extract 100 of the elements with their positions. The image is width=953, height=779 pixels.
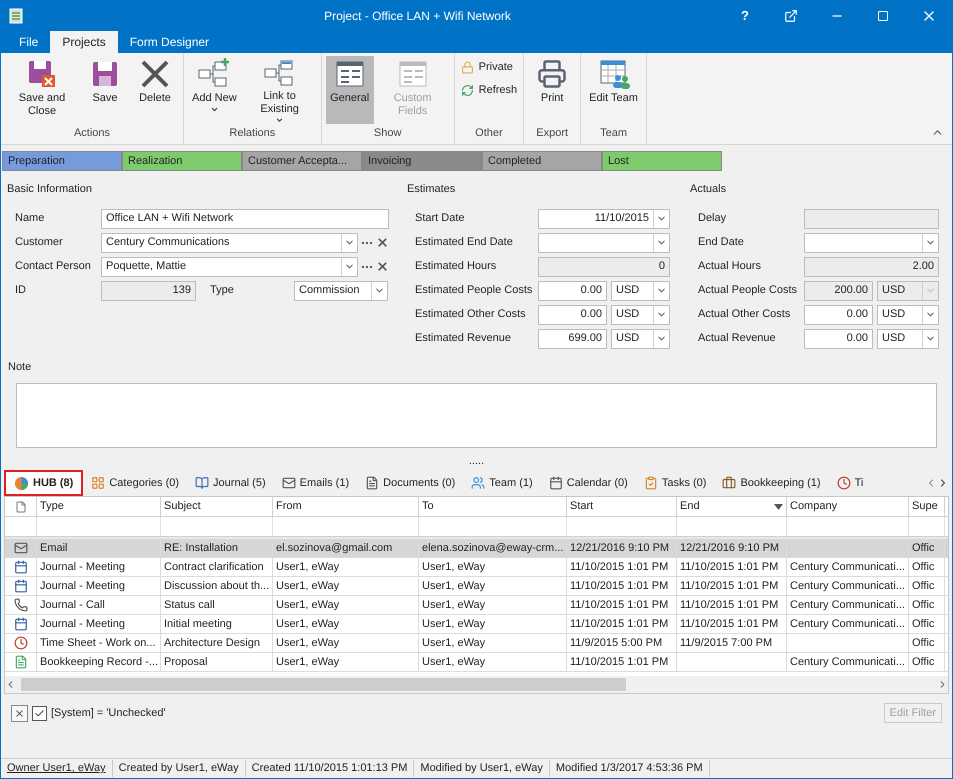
print-icon (537, 59, 568, 89)
stage-step[interactable]: Customer Accepta... (242, 151, 362, 171)
calendar-icon (14, 617, 28, 631)
amount-field[interactable]: 0.00 (804, 328, 873, 348)
table-cell-text: Offic (912, 540, 934, 556)
ribbon-button[interactable]: Link to Existing (242, 56, 317, 124)
window-title: Project - Office LAN + Wifi Network (324, 8, 511, 25)
table-row[interactable]: Journal - Call Status call User1, eWay User1, eWay 11/10/2015 1:01 PM 11/10/2015 1:01 PM Century Communicati... Offic (5, 596, 948, 615)
status-text: Created by User1, eWay (112, 760, 246, 777)
tab[interactable]: Emails (1) (274, 470, 358, 496)
tab[interactable]: Categories (0) (83, 470, 188, 496)
stage-step[interactable]: Realization (122, 151, 242, 171)
lookup-field[interactable]: Poquette, Mattie (101, 256, 358, 276)
ribbon-button[interactable]: Save and Close (5, 56, 79, 124)
column-header[interactable]: Company (787, 497, 909, 516)
column-header[interactable]: End (677, 497, 787, 516)
ribbon-button[interactable]: Add New (188, 56, 241, 124)
ribbon-button[interactable]: Edit Team (585, 56, 642, 124)
tab[interactable]: Ti (828, 470, 872, 496)
stage-step[interactable]: Lost (602, 151, 722, 171)
date-field[interactable] (804, 232, 939, 252)
lookup-field[interactable]: Century Communications (101, 232, 358, 252)
tab[interactable]: Journal (5) (187, 470, 274, 496)
stage-step[interactable]: Invoicing (362, 151, 482, 171)
table-cell-text: 11/10/2015 1:01 PM (680, 616, 778, 632)
ribbon-tab[interactable]: Projects (50, 31, 118, 53)
ribbon-button[interactable]: Save (81, 56, 129, 124)
table-cell-text: Offic (912, 616, 934, 632)
table-cell-text: 11/10/2015 1:01 PM (570, 616, 668, 632)
ribbon-button[interactable]: Delete (131, 56, 179, 124)
table-row[interactable]: Email RE: Installation el.sozinova@gmail.com elena.sozinova@eway-crm... 12/21/2016 9:10 PM 12/21/2016 9:10 PM Offic (5, 539, 948, 558)
column-header[interactable]: Start (567, 497, 677, 516)
table-row[interactable]: Bookkeeping Record -... Proposal User1, eWay User1, eWay 11/10/2015 1:01 PM Century Communicati... Offic (5, 653, 948, 672)
ribbon-small-button[interactable]: Refresh (458, 80, 520, 100)
filter-checkbox[interactable] (32, 706, 47, 720)
ribbon-button[interactable]: General (326, 56, 374, 124)
tab[interactable]: Calendar (0) (540, 470, 636, 496)
stage-step[interactable]: Completed (482, 151, 602, 171)
note-field[interactable] (16, 383, 937, 448)
column-header[interactable]: From (273, 497, 419, 516)
clear-icon[interactable] (376, 260, 389, 273)
field-label: Actual Revenue (698, 331, 777, 346)
column-header[interactable]: Supe (909, 497, 945, 516)
splitter-handle[interactable]: ..... (468, 456, 484, 466)
currency-select[interactable]: USD (611, 280, 670, 300)
ribbon-small-button[interactable]: Private (458, 57, 520, 77)
help-button[interactable]: ? (722, 1, 768, 31)
team-icon (471, 476, 486, 490)
clock-icon (14, 636, 28, 650)
table-cell-text: User1, eWay (276, 560, 340, 575)
text-field[interactable]: Office LAN + Wifi Network (101, 208, 389, 228)
ribbon-tab[interactable]: Form Designer (118, 31, 222, 53)
column-header[interactable]: Subject (161, 497, 273, 516)
table-row[interactable]: Time Sheet - Work on... Architecture Design User1, eWay User1, eWay 11/9/2015 5:00 PM 11/9/2015 7:00 PM Offic (5, 634, 948, 653)
tab[interactable]: Bookkeeping (1) (714, 470, 829, 496)
column-header[interactable]: To (419, 497, 567, 516)
table-cell-text: Discussion about th... (164, 578, 270, 594)
table-cell-text: Journal - Meeting (40, 560, 125, 575)
table-cell-text: Century Communicati... (790, 616, 905, 632)
date-field[interactable]: 11/10/2015 (538, 208, 670, 228)
currency-select[interactable]: USD (611, 304, 670, 324)
table-row[interactable]: Journal - Meeting Initial meeting User1, eWay User1, eWay 11/10/2015 1:01 PM 11/10/2015 1:01 PM Century Communicati... Offic (5, 615, 948, 634)
table-row[interactable]: Journal - Meeting Contract clarification User1, eWay User1, eWay 11/10/2015 1:01 PM 11/10/2015 1:01 PM Century Communicati... Offic (5, 558, 948, 577)
amount-field[interactable]: 0.00 (538, 280, 607, 300)
currency-select[interactable]: USD (877, 304, 939, 324)
currency-select[interactable]: USD (611, 328, 670, 348)
table-row[interactable]: Journal - Meeting Discussion about th... User1, eWay User1, eWay 11/10/2015 1:01 PM 11/10/2015 1:01 PM Century Communicati... Offic (5, 577, 948, 596)
field-label: Estimated People Costs (415, 283, 534, 298)
owner-link[interactable]: Owner User1, eWay (1, 760, 113, 777)
table-cell-text: Time Sheet - Work on... (40, 636, 156, 651)
tab[interactable]: Tasks (0) (636, 470, 714, 496)
table-cell-text: User1, eWay (422, 654, 486, 670)
tab[interactable]: Team (1) (463, 470, 541, 496)
clear-filter-button[interactable] (11, 704, 28, 722)
currency-select[interactable]: USD (877, 328, 939, 348)
table-cell-text: Journal - Call (40, 598, 105, 613)
scrollbar-thumb[interactable] (21, 678, 626, 691)
type-select[interactable]: Commission (294, 280, 388, 300)
date-field[interactable] (538, 232, 670, 252)
table-cell-text: Offic (912, 654, 934, 670)
column-header[interactable]: Type (37, 497, 161, 516)
amount-field[interactable]: 200.00 (804, 280, 873, 300)
table-cell-text: 11/10/2015 1:01 PM (680, 578, 778, 594)
bookkeeping-icon (722, 476, 736, 490)
ribbon-button[interactable]: Print (528, 56, 576, 124)
horizontal-scrollbar[interactable] (5, 676, 948, 693)
table-cell-text: 12/21/2016 9:10 PM (570, 540, 670, 556)
table-cell-text: Proposal (164, 654, 208, 670)
tab[interactable]: HUB (8) (4, 470, 84, 496)
table-cell-text: 12/21/2016 9:10 PM (680, 540, 780, 556)
phone-icon (14, 598, 28, 612)
clear-icon[interactable] (376, 236, 389, 249)
ribbon-tab[interactable]: File (7, 31, 50, 53)
amount-field[interactable]: 0.00 (804, 304, 873, 324)
refresh-icon (460, 84, 474, 96)
amount-field[interactable]: 0.00 (538, 304, 607, 324)
tab[interactable]: Documents (0) (357, 470, 464, 496)
popout-icon (784, 9, 798, 23)
stage-step[interactable]: Preparation (2, 151, 122, 171)
amount-field[interactable]: 699.00 (538, 328, 607, 348)
